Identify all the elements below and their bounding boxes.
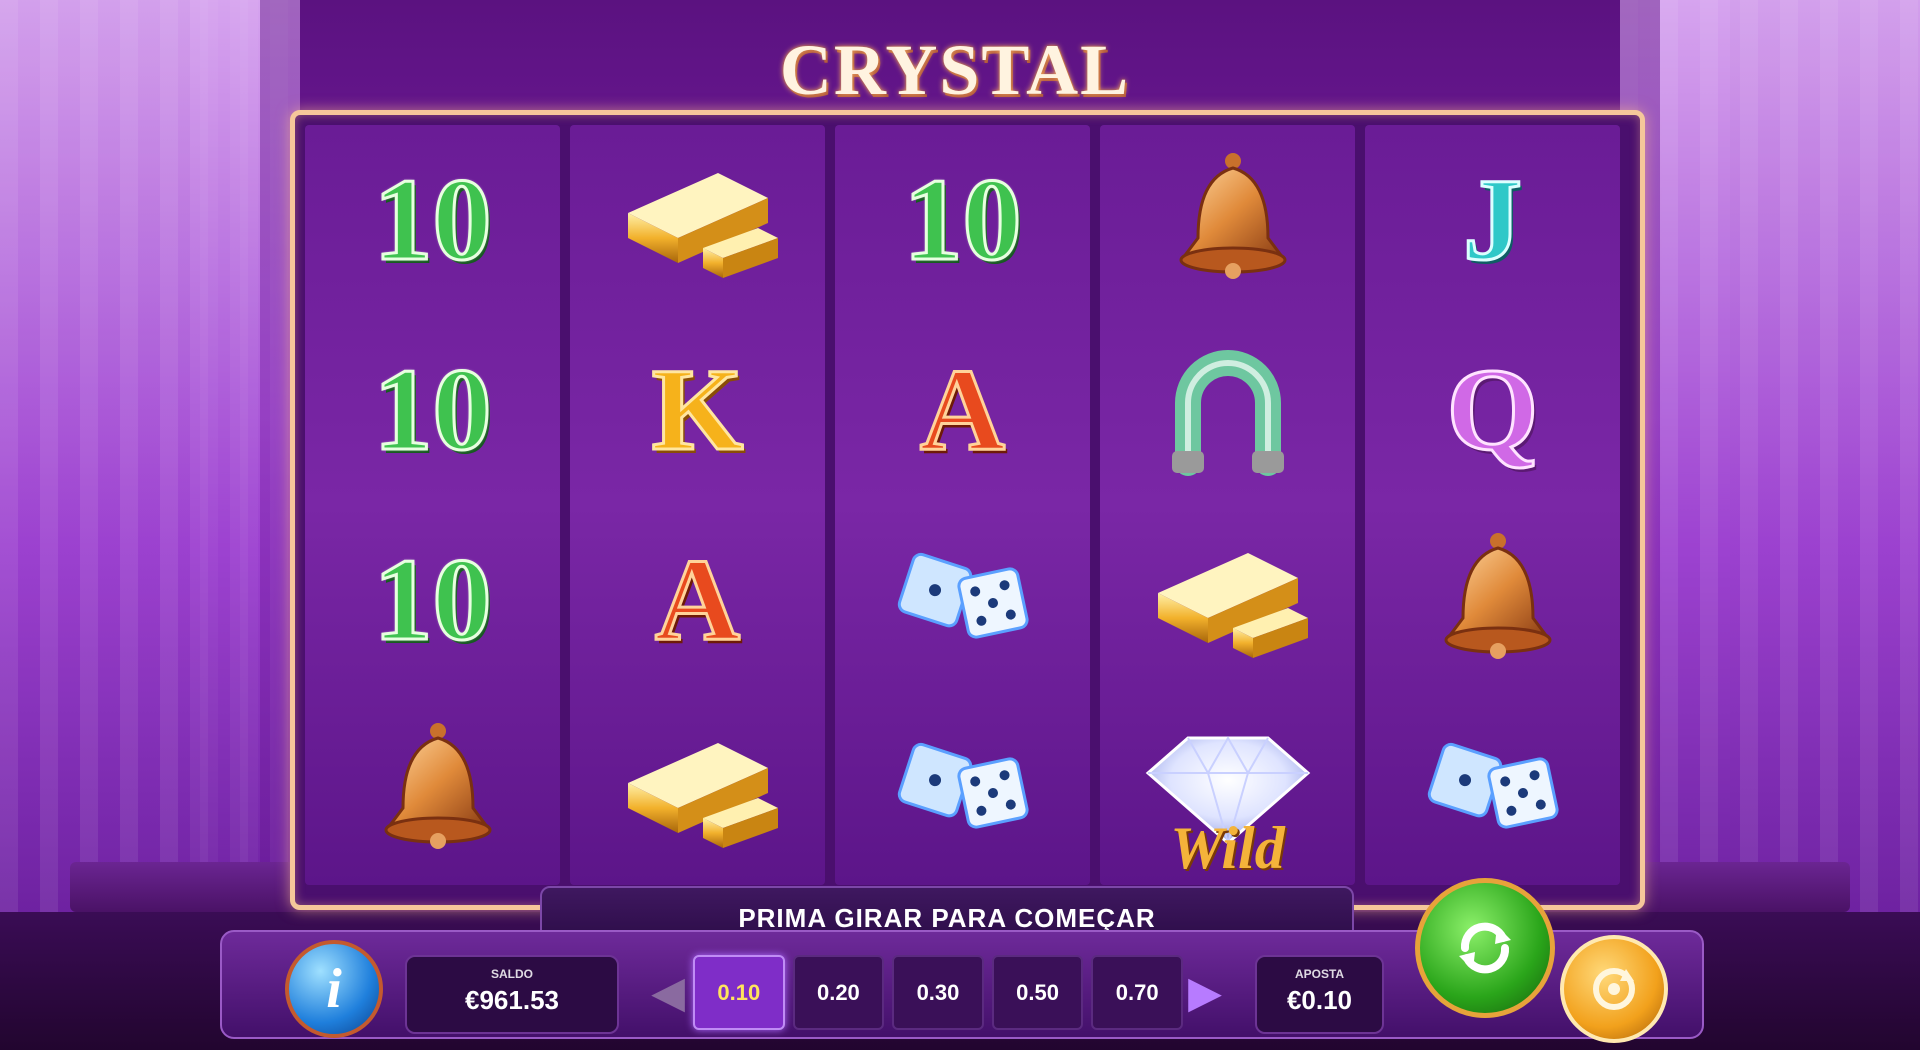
- balance-value: €961.53: [465, 985, 559, 1015]
- symbol-letter: Q: [1445, 344, 1540, 475]
- reel-symbol: [1100, 315, 1355, 505]
- dice-icon: [883, 728, 1043, 853]
- info-button[interactable]: i: [285, 940, 383, 1038]
- symbol-letter: A: [653, 534, 741, 665]
- reel-symbol: J: [1365, 125, 1620, 315]
- reel-symbol: [835, 505, 1090, 695]
- reel-symbol: [1365, 505, 1620, 695]
- reel-symbol: [570, 695, 825, 885]
- bet-option-button[interactable]: 0.50: [991, 955, 1084, 1030]
- reel-symbol: [570, 125, 825, 315]
- autoplay-icon: [1593, 968, 1635, 1010]
- bet-label: APOSTA: [1294, 967, 1345, 981]
- symbol-letter: 10: [372, 534, 493, 665]
- bet-option-button[interactable]: 0.20: [792, 955, 885, 1030]
- reel-symbol: K: [570, 315, 825, 505]
- wild-label: Wild: [1170, 815, 1285, 881]
- bet-option-button[interactable]: 0.30: [892, 955, 984, 1030]
- spin-arrows-icon: [1459, 922, 1511, 974]
- reel-4: Wild: [1100, 125, 1355, 885]
- bet-increase-button[interactable]: ▶: [1185, 955, 1225, 1030]
- left-inner-curtain: [190, 0, 300, 920]
- symbol-letter: J: [1462, 154, 1524, 285]
- bet-selector: 0.10 0.20 0.30 0.50 0.70: [693, 955, 1183, 1030]
- autoplay-button[interactable]: [1560, 935, 1668, 1043]
- info-icon: i: [326, 958, 342, 1020]
- reel-symbol: [835, 695, 1090, 885]
- reel-symbol: A: [835, 315, 1090, 505]
- symbol-letter: A: [918, 344, 1006, 475]
- balance-display: SALDO €961.53: [405, 955, 619, 1034]
- gold-bars-icon: [608, 143, 788, 298]
- gold-bars-icon: [1138, 523, 1318, 678]
- reel-3: 10 A: [835, 125, 1090, 885]
- reel-2: KA: [570, 125, 825, 885]
- chevron-left-icon: ◀: [651, 968, 685, 1017]
- reel-symbol: Wild: [1100, 695, 1355, 885]
- reel-symbol: Q: [1365, 315, 1620, 505]
- gold-bars-icon: [608, 713, 788, 868]
- bet-option-button[interactable]: 0.10: [693, 955, 785, 1030]
- reel-5: JQ: [1365, 125, 1620, 885]
- reel-symbol: A: [570, 505, 825, 695]
- horseshoe-icon: [1158, 333, 1298, 488]
- reel-symbol: 10: [305, 505, 560, 695]
- reel-symbol: [1365, 695, 1620, 885]
- reel-symbol: 10: [835, 125, 1090, 315]
- bell-icon: [358, 713, 508, 868]
- chevron-right-icon: ▶: [1188, 968, 1222, 1017]
- bet-value: €0.10: [1286, 985, 1353, 1015]
- bell-icon: [1153, 143, 1303, 298]
- bet-option-button[interactable]: 0.70: [1091, 955, 1183, 1030]
- reel-grid: 10 10 10 KA 10 A Wild J Q: [305, 125, 1620, 885]
- bell-icon: [1418, 523, 1568, 678]
- bet-decrease-button[interactable]: ◀: [648, 955, 688, 1030]
- reel-symbol: 10: [305, 125, 560, 315]
- dice-icon: [1413, 728, 1573, 853]
- reel-symbol: [1100, 125, 1355, 315]
- spin-button[interactable]: [1415, 878, 1555, 1018]
- symbol-letter: 10: [372, 344, 493, 475]
- reel-symbol: [1100, 505, 1355, 695]
- reel-symbol: 10: [305, 315, 560, 505]
- reel-1: 10 10 10: [305, 125, 560, 885]
- dice-icon: [883, 538, 1043, 663]
- symbol-letter: K: [650, 344, 745, 475]
- reel-symbol: [305, 695, 560, 885]
- symbol-letter: 10: [902, 154, 1023, 285]
- symbol-letter: 10: [372, 154, 493, 285]
- balance-label: SALDO: [491, 967, 533, 981]
- bet-display: APOSTA €0.10: [1255, 955, 1384, 1034]
